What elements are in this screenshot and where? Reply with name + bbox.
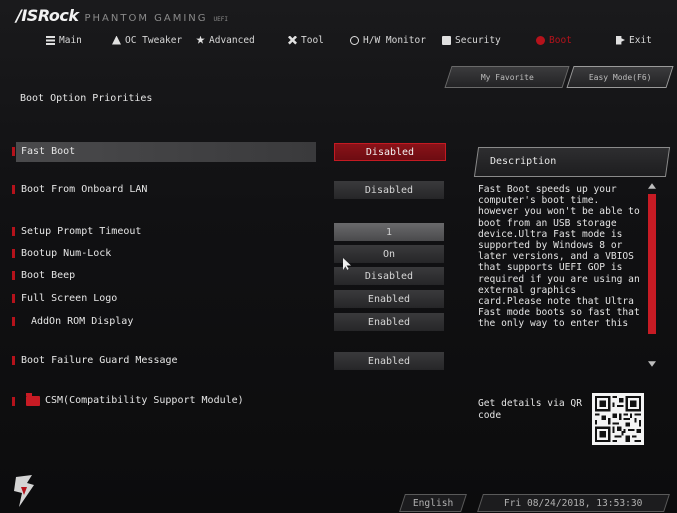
tab-exit[interactable]: Exit xyxy=(616,32,652,48)
option-marker xyxy=(12,227,15,236)
scroll-thumb[interactable] xyxy=(648,194,656,334)
tab-main[interactable]: Main xyxy=(46,32,82,48)
option-fast-boot[interactable]: Fast Boot Disabled xyxy=(0,142,460,162)
option-bootup-num-lock[interactable]: Bootup Num-Lock On xyxy=(0,244,460,264)
oc-tweaker-icon xyxy=(112,35,121,45)
option-boot-failure-guard-message[interactable]: Boot Failure Guard Message Enabled xyxy=(0,351,460,371)
boot-icon xyxy=(536,35,545,45)
option-value[interactable]: Enabled xyxy=(334,313,444,331)
description-body: Fast Boot speeds up your computer's boot… xyxy=(478,184,640,330)
my-favorite-button[interactable]: My Favorite xyxy=(444,66,570,88)
csm-label: CSM(Compatibility Support Module) xyxy=(45,395,244,406)
asrock-logo: /ISRock xyxy=(16,6,79,25)
option-boot-beep[interactable]: Boot Beep Disabled xyxy=(0,266,460,286)
tab-security[interactable]: Security xyxy=(442,32,501,48)
option-label: AddOn ROM Display xyxy=(31,316,134,327)
option-value[interactable]: Enabled xyxy=(334,290,444,308)
page-title: Boot Option Priorities xyxy=(20,93,153,104)
top-navigation: Main OC Tweaker Advanced Tool H/W Monito… xyxy=(0,30,677,50)
option-value[interactable]: 1 xyxy=(334,223,444,241)
option-marker xyxy=(12,147,15,156)
phantom-gaming-logo-icon xyxy=(14,475,34,507)
datetime-label: Fri 08/24/2018, 13:53:30 xyxy=(504,497,643,509)
option-label: Boot Beep xyxy=(21,270,76,281)
option-marker xyxy=(12,185,15,194)
option-value[interactable]: Enabled xyxy=(334,352,444,370)
tab-oc-tweaker[interactable]: OC Tweaker xyxy=(112,32,182,48)
option-marker xyxy=(12,271,15,280)
qr-caption: Get details via QR code xyxy=(478,398,582,421)
easy-mode-label: Easy Mode(F6) xyxy=(588,72,652,82)
exit-icon xyxy=(616,35,625,45)
monitor-icon xyxy=(350,35,359,45)
option-marker xyxy=(12,317,15,326)
tab-advanced[interactable]: Advanced xyxy=(196,32,255,48)
option-value[interactable]: Disabled xyxy=(334,143,446,161)
option-label: Boot Failure Guard Message xyxy=(21,355,178,366)
description-title: Description xyxy=(490,156,557,167)
option-full-screen-logo[interactable]: Full Screen Logo Enabled xyxy=(0,289,460,309)
csm-submenu[interactable]: CSM(Compatibility Support Module) xyxy=(0,392,330,412)
option-label: Fast Boot xyxy=(21,146,76,157)
language-button[interactable]: English xyxy=(399,494,467,512)
tab-tool-label: Tool xyxy=(301,34,324,46)
tab-main-label: Main xyxy=(59,34,82,46)
option-marker xyxy=(12,356,15,365)
scroll-up-icon[interactable] xyxy=(648,183,656,189)
option-value[interactable]: Disabled xyxy=(334,267,444,285)
uefi-screen: /ISRock PHANTOM GAMING UEFI Main OC Twea… xyxy=(0,0,677,513)
star-icon xyxy=(196,35,205,44)
uefi-label: UEFI xyxy=(213,16,228,23)
option-label: Bootup Num-Lock xyxy=(21,248,112,259)
my-favorite-label: My Favorite xyxy=(480,72,534,82)
language-label: English xyxy=(412,497,454,509)
tab-oc-tweaker-label: OC Tweaker xyxy=(125,34,183,46)
option-label: Boot From Onboard LAN xyxy=(21,184,148,195)
tab-hw-monitor[interactable]: H/W Monitor xyxy=(350,32,426,48)
tab-advanced-label: Advanced xyxy=(209,34,255,46)
list-icon xyxy=(46,35,55,45)
tab-boot[interactable]: Boot xyxy=(536,32,572,48)
qr-code-icon xyxy=(595,396,641,442)
shield-icon xyxy=(442,35,451,45)
option-marker xyxy=(12,397,15,406)
brand-header: /ISRock PHANTOM GAMING UEFI xyxy=(16,6,228,25)
option-setup-prompt-timeout[interactable]: Setup Prompt Timeout 1 xyxy=(0,222,460,242)
option-boot-from-onboard-lan[interactable]: Boot From Onboard LAN Disabled xyxy=(0,180,460,200)
option-value[interactable]: Disabled xyxy=(334,181,444,199)
option-marker xyxy=(12,249,15,258)
datetime-display: Fri 08/24/2018, 13:53:30 xyxy=(477,494,670,512)
tab-exit-label: Exit xyxy=(629,34,652,46)
tab-boot-label: Boot xyxy=(549,34,572,46)
qr-code xyxy=(592,393,644,445)
option-label: Full Screen Logo xyxy=(21,293,118,304)
option-value[interactable]: On xyxy=(334,245,444,263)
option-label: Setup Prompt Timeout xyxy=(21,226,142,237)
option-addon-rom-display[interactable]: AddOn ROM Display Enabled xyxy=(0,312,460,332)
tab-hw-monitor-label: H/W Monitor xyxy=(363,34,426,46)
folder-icon xyxy=(26,393,40,406)
tab-tool[interactable]: Tool xyxy=(288,32,324,48)
tool-icon xyxy=(288,35,297,45)
option-marker xyxy=(12,294,15,303)
phantom-gaming-label: PHANTOM GAMING xyxy=(84,13,208,24)
scroll-down-icon[interactable] xyxy=(648,361,656,367)
description-scrollbar[interactable] xyxy=(648,182,656,368)
easy-mode-button[interactable]: Easy Mode(F6) xyxy=(566,66,674,88)
tab-security-label: Security xyxy=(455,34,501,46)
